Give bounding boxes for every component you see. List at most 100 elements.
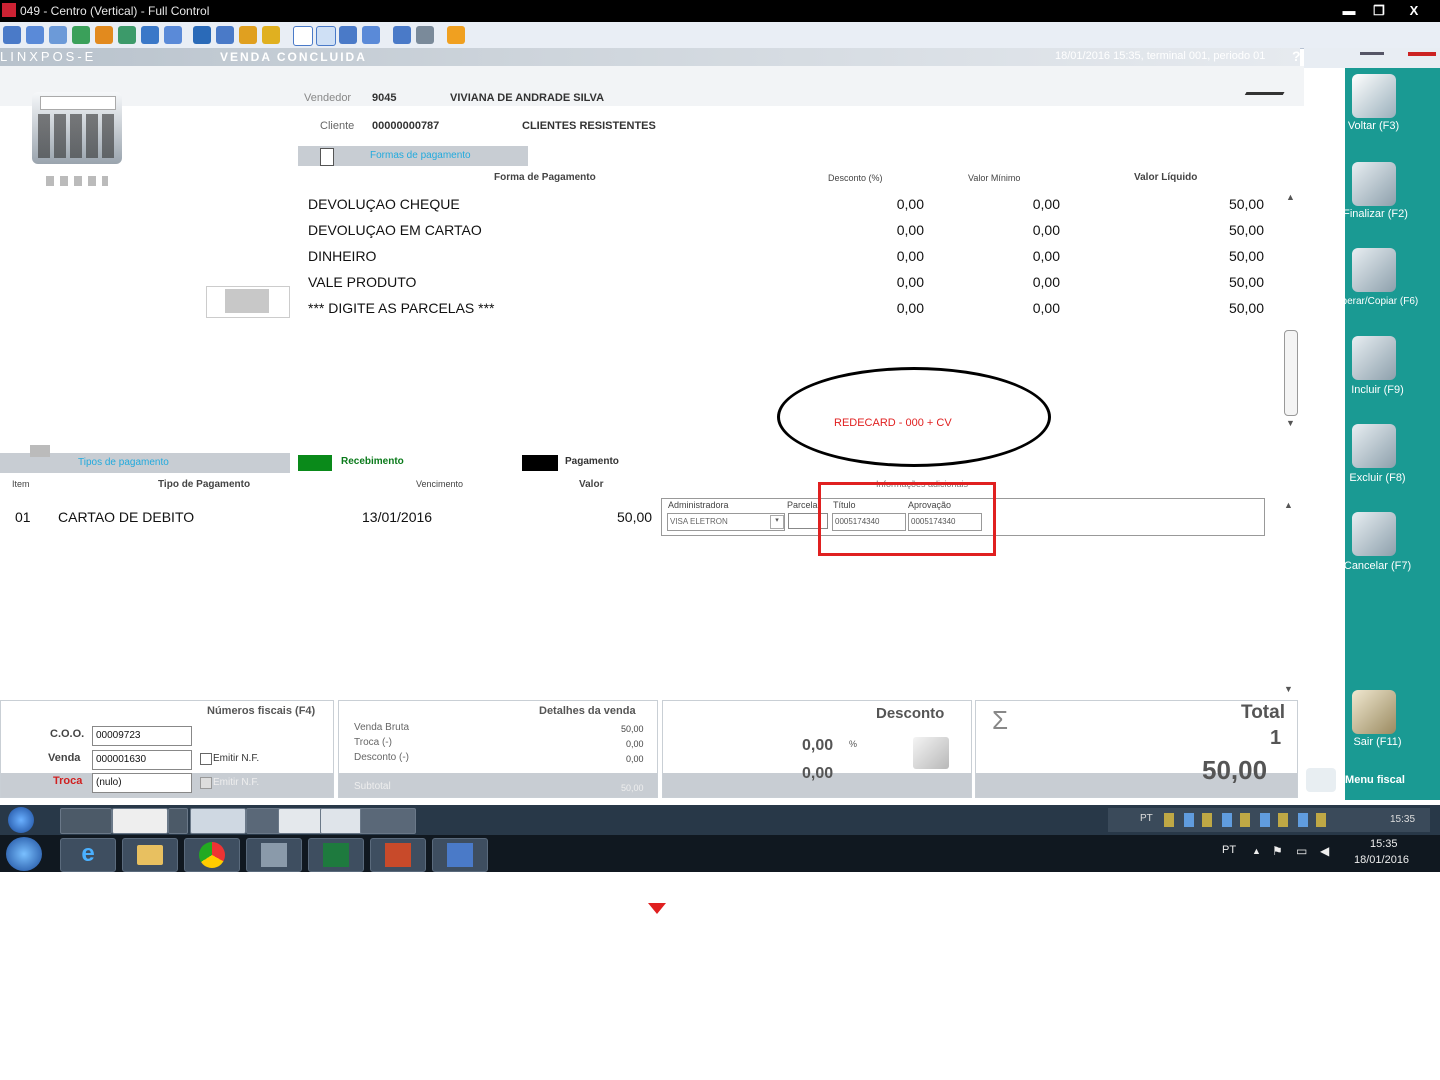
- tab-formas-pagamento[interactable]: Formas de pagamento: [298, 146, 528, 166]
- coo-value: 00009723: [96, 730, 141, 741]
- coo-field[interactable]: 00009723: [92, 726, 192, 746]
- excluir-icon[interactable]: [1352, 424, 1396, 468]
- fiscal-panel: Números fiscais (F4) C.O.O. 00009723 Ven…: [0, 700, 334, 798]
- chrome-icon: [199, 842, 225, 868]
- taskbar-chrome[interactable]: [184, 838, 240, 872]
- fiscal-printer-icon: [1306, 768, 1336, 792]
- venda-field[interactable]: 000001630: [92, 750, 192, 770]
- toolbar-copy-icon[interactable]: [393, 26, 411, 44]
- finalizar-button[interactable]: Finalizar (F2): [1328, 208, 1423, 220]
- col-liquido: Valor Líquido: [1134, 172, 1198, 183]
- discount-value: 0,00: [802, 765, 834, 782]
- emitir-nf-checkbox[interactable]: [200, 753, 212, 765]
- liberar-button[interactable]: Liberar/Copiar (F6): [1326, 296, 1426, 307]
- taskbar-tools[interactable]: [246, 838, 302, 872]
- toolbar-phone-icon[interactable]: [141, 26, 159, 44]
- voltar-arrow-icon[interactable]: [1352, 74, 1396, 118]
- toolbar-chat-icon[interactable]: [118, 26, 136, 44]
- customer-area: [0, 66, 1304, 106]
- red-triangle-marker: [648, 903, 666, 914]
- toolbar-multi-icon[interactable]: [362, 26, 380, 44]
- remote-start-icon[interactable]: [8, 807, 34, 833]
- taskbar-ie[interactable]: e: [60, 838, 116, 872]
- taskbar-excel[interactable]: [308, 838, 364, 872]
- scroll-up-icon[interactable]: ▲: [1286, 192, 1295, 202]
- toolbar-user-icon[interactable]: [193, 26, 211, 44]
- total-qty: 1: [1270, 727, 1282, 749]
- cancelar-button[interactable]: Cancelar (F7): [1330, 560, 1425, 572]
- toolbar-message-icon[interactable]: [164, 26, 182, 44]
- start-button[interactable]: [6, 837, 42, 871]
- network-icon[interactable]: ▭: [1296, 844, 1307, 858]
- remote-task-1[interactable]: [60, 808, 112, 834]
- toolbar-users-icon[interactable]: [216, 26, 234, 44]
- scroll-down-icon-2[interactable]: ▼: [1284, 684, 1293, 694]
- col-tipo: Tipo de Pagamento: [158, 479, 251, 490]
- flag-icon[interactable]: ⚑: [1272, 844, 1283, 858]
- excluir-button[interactable]: Excluir (F8): [1330, 472, 1425, 484]
- keyboard-language[interactable]: PT: [1222, 844, 1236, 856]
- brand-logo: LINXPOS-E: [0, 49, 97, 64]
- menu-fiscal-button[interactable]: Menu fiscal: [1340, 774, 1410, 786]
- close-button[interactable]: X: [1398, 2, 1430, 19]
- toolbar-window-icon[interactable]: [49, 26, 67, 44]
- clock-time[interactable]: 15:35: [1370, 838, 1398, 850]
- annotation-highlight-box: [818, 482, 996, 556]
- tab-tipos-label: Tipos de pagamento: [78, 457, 169, 468]
- administradora-select[interactable]: VISA ELETRON ▾: [667, 513, 785, 531]
- toolbar-lock-icon[interactable]: [239, 26, 257, 44]
- voltar-button[interactable]: Voltar (F3): [1326, 120, 1421, 132]
- sale-status: VENDA CONCLUIDA: [220, 50, 367, 64]
- restore-button[interactable]: ❐: [1365, 2, 1393, 19]
- toolbar-exit-icon[interactable]: [447, 26, 465, 44]
- troca-detail-label: Troca (-): [354, 737, 392, 748]
- scroll-up-icon-2[interactable]: ▲: [1284, 500, 1293, 510]
- desconto-detail-label: Desconto (-): [354, 752, 410, 763]
- discount-calculator-icon[interactable]: [913, 737, 949, 769]
- tray-expand-icon[interactable]: ▲: [1252, 846, 1261, 856]
- tools-icon: [261, 843, 287, 867]
- cancelar-icon[interactable]: [1352, 512, 1396, 556]
- emitir-nf-label: Emitir N.F.: [213, 753, 260, 764]
- liberar-icon[interactable]: [1352, 248, 1396, 292]
- toolbar-monitor-icon[interactable]: [3, 26, 21, 44]
- col-vencimento: Vencimento: [416, 479, 464, 489]
- minimize-button[interactable]: ▬: [1335, 2, 1363, 19]
- toolbar-transfer-icon[interactable]: [72, 26, 90, 44]
- payment-method-name: DINHEIRO: [308, 248, 377, 264]
- vendedor-code: 9045: [372, 92, 397, 104]
- payment-vencimento: 13/01/2016: [362, 509, 433, 525]
- emitir-nf-checkbox-2[interactable]: [200, 777, 212, 789]
- clock-date[interactable]: 18/01/2016: [1354, 854, 1409, 866]
- remote-task-chrome[interactable]: [112, 808, 168, 834]
- incluir-icon[interactable]: [1352, 336, 1396, 380]
- volume-icon[interactable]: ◀: [1320, 844, 1329, 858]
- payment-method-name: *** DIGITE AS PARCELAS ***: [308, 300, 495, 316]
- help-icon[interactable]: ?: [1292, 48, 1301, 64]
- troca-field[interactable]: (nulo): [92, 773, 192, 793]
- sair-button[interactable]: Sair (F11): [1330, 736, 1425, 748]
- toolbar-tools-icon[interactable]: [416, 26, 434, 44]
- door-exit-icon[interactable]: [1352, 690, 1396, 734]
- chevron-down-icon[interactable]: ▾: [770, 515, 784, 529]
- toolbar-power-icon[interactable]: [95, 26, 113, 44]
- taskbar-explorer[interactable]: [122, 838, 178, 872]
- remote-task-2[interactable]: [168, 808, 188, 834]
- col-minimo: Valor Mínimo: [968, 173, 1021, 183]
- taskbar-app[interactable]: [370, 838, 426, 872]
- tab-tipos-pagamento[interactable]: Tipos de pagamento: [0, 445, 290, 473]
- scroll-down-icon[interactable]: ▼: [1286, 418, 1295, 428]
- remote-task-3[interactable]: [190, 808, 246, 834]
- remote-tray-time: 15:35: [1390, 814, 1416, 825]
- toolbar-screen-icon[interactable]: [26, 26, 44, 44]
- taskbar-remote[interactable]: [432, 838, 488, 872]
- incluir-button[interactable]: Incluir (F9): [1330, 384, 1425, 396]
- toolbar-fit-icon[interactable]: [316, 26, 336, 46]
- payment-method-desconto: 0,00: [896, 222, 924, 238]
- scroll-thumb[interactable]: [1284, 330, 1298, 416]
- toolbar-unlock-icon[interactable]: [262, 26, 280, 44]
- finalizar-icon[interactable]: [1352, 162, 1396, 206]
- toolbar-fullscreen-icon[interactable]: [293, 26, 313, 46]
- remote-task-7[interactable]: [360, 808, 416, 834]
- toolbar-scale-icon[interactable]: [339, 26, 357, 44]
